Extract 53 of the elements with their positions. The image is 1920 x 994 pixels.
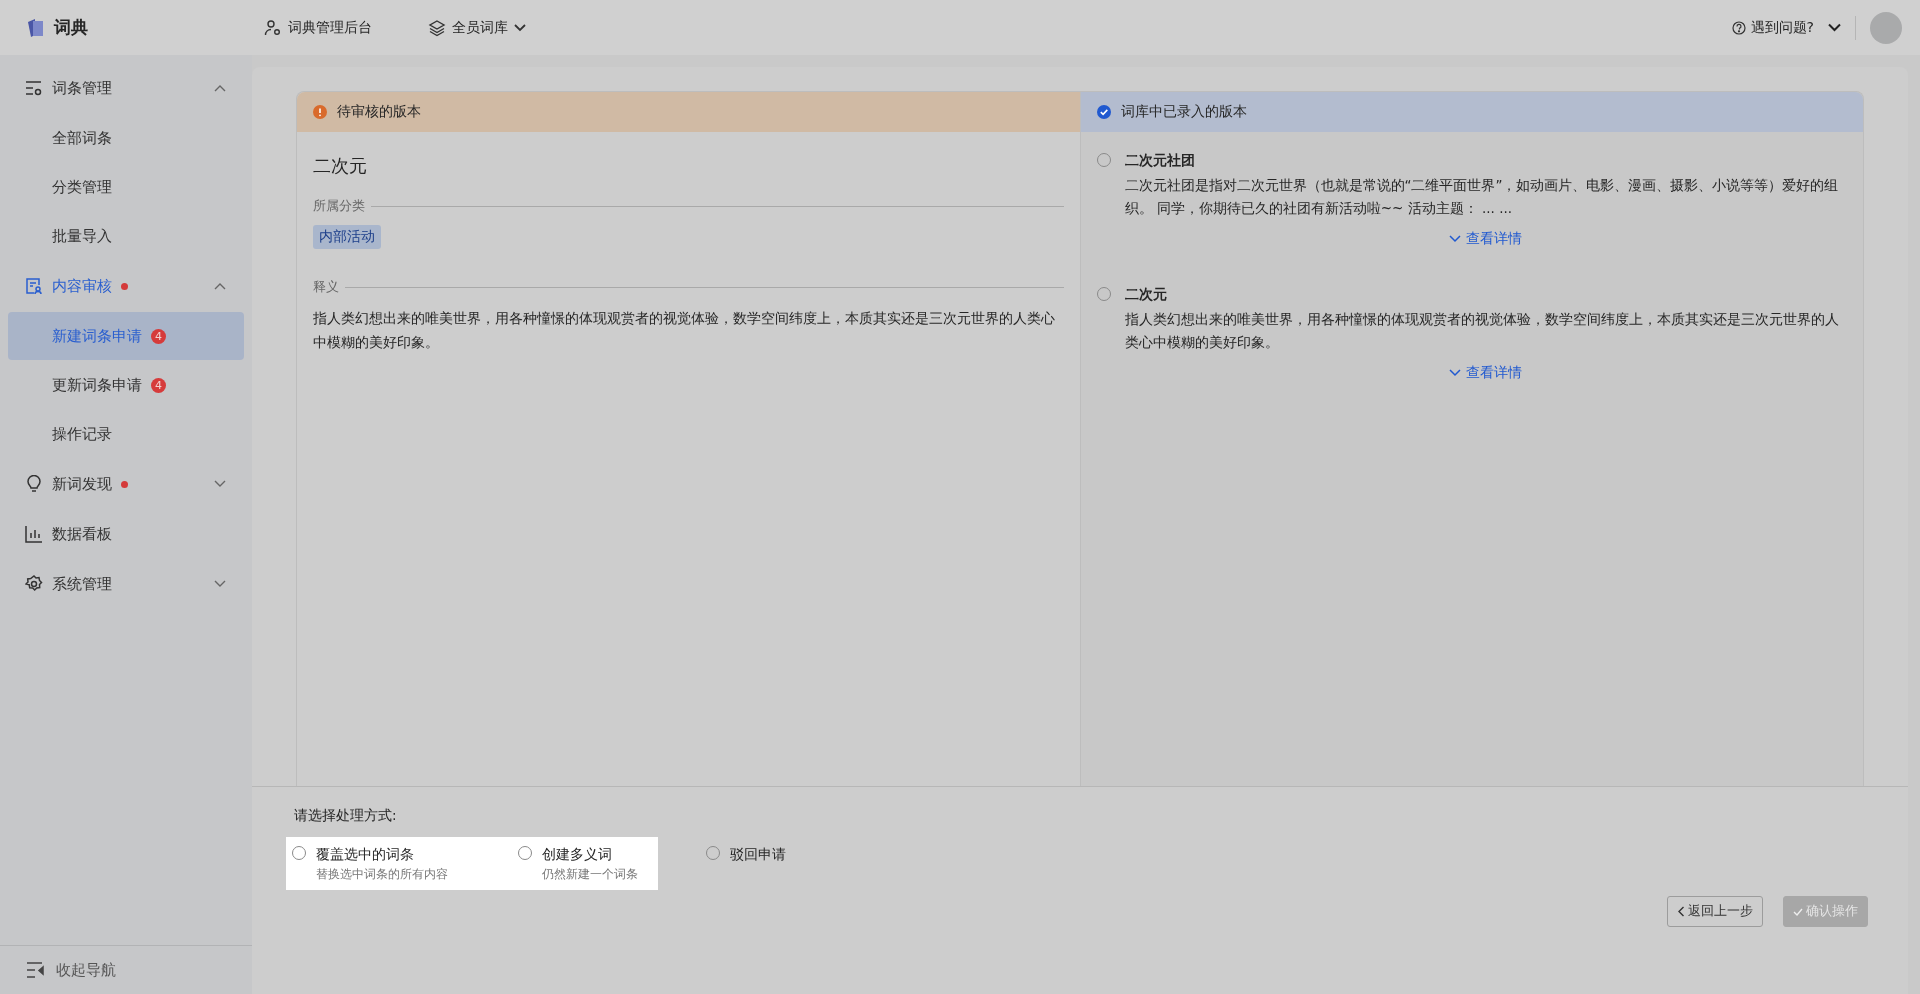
sidebar-subitem[interactable]: 操作记录 xyxy=(8,410,244,458)
prompt-label: 请选择处理方式: xyxy=(294,807,398,825)
check-circle-icon xyxy=(1096,105,1111,119)
sidebar-item[interactable]: 系统管理 xyxy=(0,559,252,609)
help-icon xyxy=(1731,20,1746,35)
bar-chart-icon xyxy=(25,525,43,543)
card-title: 词库中已录入的版本 xyxy=(1120,103,1247,121)
sidebar-subitem[interactable]: 更新词条申请 4 xyxy=(8,361,244,409)
sidebar-subitem[interactable]: 批量导入 xyxy=(8,212,244,260)
user-gear-icon xyxy=(264,18,282,37)
term-title: 二次元 xyxy=(313,154,368,178)
nav-link[interactable]: 词典管理后台 xyxy=(264,18,372,37)
sidebar-item[interactable]: 数据看板 xyxy=(0,509,252,559)
field-label: 释义 xyxy=(313,279,339,296)
view-details-link[interactable]: 查看详情 xyxy=(1449,230,1523,248)
field-label: 所属分类 xyxy=(313,198,365,215)
chevron-down-icon[interactable] xyxy=(1828,23,1841,32)
sidebar-item[interactable]: 词条管理 xyxy=(0,63,252,113)
entry-term: 二次元 xyxy=(1124,286,1168,304)
sidebar-subitem[interactable]: 全部词条 xyxy=(8,114,244,162)
view-details-link[interactable]: 查看详情 xyxy=(1449,364,1523,382)
card-title: 待审核的版本 xyxy=(337,103,421,121)
collapse-menu-icon xyxy=(26,961,46,979)
help-link[interactable]: 遇到问题? xyxy=(1731,18,1814,37)
document-user-icon xyxy=(25,277,43,295)
nav-link[interactable]: 全员词库 xyxy=(428,18,526,37)
chevron-down-icon xyxy=(514,23,526,32)
definition-text: 指人类幻想出来的唯美世界，用各种憧憬的体现观赏者的视觉体验，数学空间纬度上，本质其实还是三次元世界的人类心中模糊的美好印象。 xyxy=(313,309,1056,352)
entry-term: 二次元社团 xyxy=(1124,152,1196,170)
chevron-down-icon xyxy=(1449,369,1462,377)
lightbulb-icon xyxy=(25,475,43,493)
sidebar-item[interactable]: 内容审核 xyxy=(0,261,252,311)
count-badge: 4 xyxy=(151,328,166,344)
list-settings-icon xyxy=(25,79,43,97)
layers-icon xyxy=(428,18,446,37)
entry-description: 二次元社团是指对二次元世界（也就是常说的“二维平面世界”，如动画片、电影、漫画、摄影、小说等等）爱好的组织。 同学，你期待已久的社团有新活动啦~~ 活动主题： ... ... xyxy=(1124,176,1840,218)
settings-icon xyxy=(25,575,43,593)
chevron-down-icon xyxy=(1449,235,1462,243)
check-icon xyxy=(1793,907,1803,916)
app-title: 词典 xyxy=(54,16,88,39)
radio-option[interactable]: 创建多义词 仍然新建一个词条 xyxy=(518,845,648,882)
count-badge: 4 xyxy=(151,377,166,393)
category-tag: 内部活动 xyxy=(313,225,381,249)
avatar[interactable] xyxy=(1870,11,1902,44)
chevron-left-icon xyxy=(1677,906,1685,917)
entry-description: 指人类幻想出来的唯美世界，用各种憧憬的体现观赏者的视觉体验，数学空间纬度上，本质其实还是三次元世界的人类心中模糊的美好印象。 xyxy=(1124,310,1840,352)
radio-option[interactable]: 驳回申请 xyxy=(706,845,786,863)
sidebar-subitem[interactable]: 分类管理 xyxy=(8,163,244,211)
radio-option[interactable]: 覆盖选中的词条 替换选中词条的所有内容 xyxy=(292,845,518,882)
alert-icon xyxy=(313,105,327,119)
book-logo-icon xyxy=(26,17,46,38)
back-button[interactable]: 返回上一步 xyxy=(1667,896,1763,927)
sidebar-item[interactable]: 新词发现 xyxy=(0,459,252,509)
